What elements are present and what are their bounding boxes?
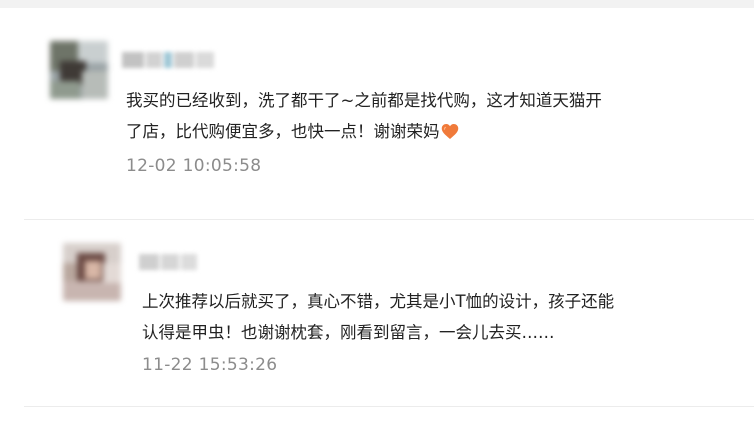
comment-text-line: 了店，比代购便宜多，也快一点！谢谢荣妈 — [126, 116, 459, 147]
comment-timestamp: 11-22 15:53:26 — [142, 355, 278, 375]
username-blurred[interactable] — [139, 254, 197, 270]
username-blurred[interactable] — [122, 52, 214, 68]
avatar[interactable] — [50, 41, 108, 99]
comment-text-line: 上次推荐以后就买了，真心不错，尤其是小T恤的设计，孩子还能 — [142, 292, 615, 311]
comment-item: 上次推荐以后就买了，真心不错，尤其是小T恤的设计，孩子还能 认得是甲虫！也谢谢枕… — [0, 220, 754, 406]
comment-item: 我买的已经收到，洗了都干了~之前都是找代购，这才知道天猫开 了店，比代购便宜多，… — [0, 0, 754, 219]
comment-text-line: 认得是甲虫！也谢谢枕套，刚看到留言，一会儿去买…… — [142, 323, 555, 342]
comment-timestamp: 12-02 10:05:58 — [126, 156, 262, 176]
avatar[interactable] — [63, 243, 121, 301]
comment-list: 我买的已经收到，洗了都干了~之前都是找代购，这才知道天猫开 了店，比代购便宜多，… — [0, 0, 754, 421]
comment-text-line: 我买的已经收到，洗了都干了~之前都是找代购，这才知道天猫开 — [126, 91, 602, 110]
comment-text-fragment: 了店，比代购便宜多，也快一点！谢谢荣妈 — [126, 122, 440, 141]
orange-heart-icon — [441, 124, 458, 139]
divider — [24, 406, 754, 407]
